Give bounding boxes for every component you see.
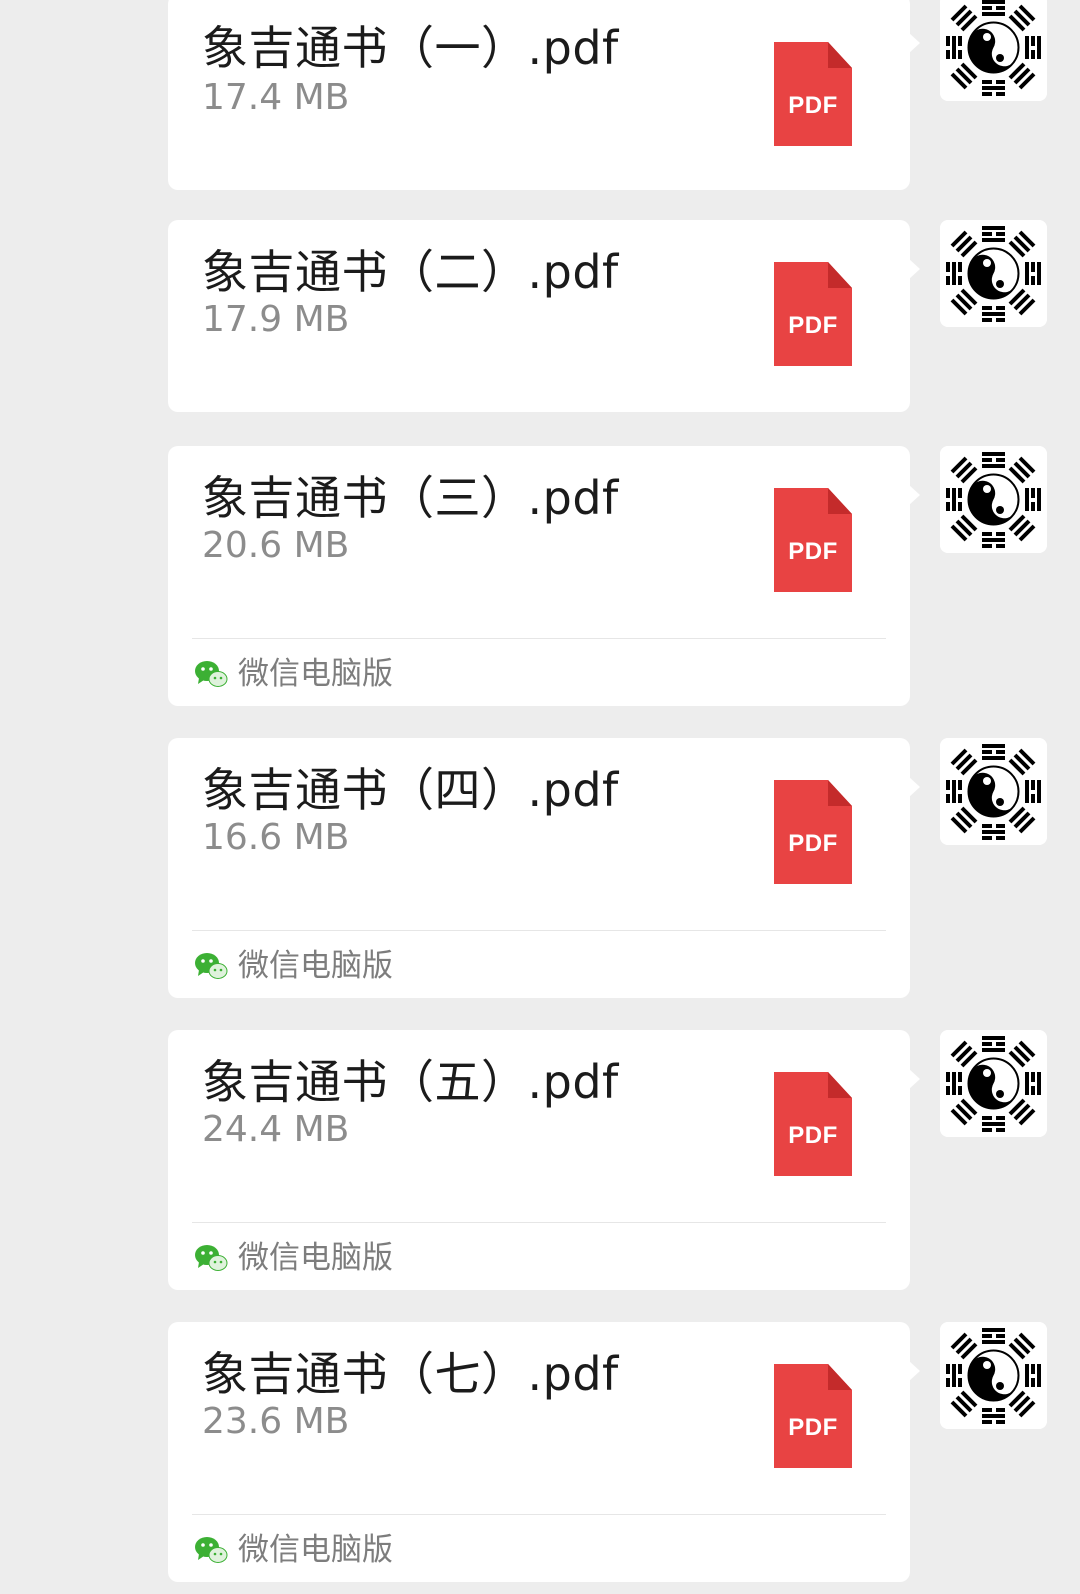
pdf-label: PDF <box>788 1122 838 1149</box>
source-app-label: 微信电脑版 <box>238 948 393 984</box>
pdf-file-icon: PDF <box>774 42 852 146</box>
pdf-label: PDF <box>788 538 838 565</box>
wechat-icon <box>195 953 228 979</box>
divider <box>192 1514 886 1515</box>
bubble-tail <box>908 484 920 506</box>
message-row: 象吉通书（四）.pdf 16.6 MB PDF 微信电脑版 <box>0 738 1080 998</box>
file-size: 24.4 MB <box>202 1109 350 1150</box>
file-message-card[interactable]: 象吉通书（四）.pdf 16.6 MB PDF 微信电脑版 <box>168 738 910 998</box>
file-size: 23.6 MB <box>202 1401 350 1442</box>
divider <box>192 930 886 931</box>
pdf-file-icon: PDF <box>774 488 852 592</box>
file-message-card[interactable]: 象吉通书（七）.pdf 23.6 MB PDF 微信电脑版 <box>168 1322 910 1582</box>
message-row: 象吉通书（七）.pdf 23.6 MB PDF 微信电脑版 <box>0 1322 1080 1582</box>
chat-message-list[interactable]: 象吉通书（一）.pdf 17.4 MB PDF 象吉通书（二）.pdf 17.9… <box>0 0 1080 1594</box>
yin-yang-bagua-avatar-icon[interactable] <box>940 220 1047 327</box>
file-name: 象吉通书（五）.pdf <box>202 1055 619 1109</box>
pdf-label: PDF <box>788 92 838 119</box>
pdf-file-icon: PDF <box>774 780 852 884</box>
source-app: 微信电脑版 <box>194 944 393 988</box>
source-app-label: 微信电脑版 <box>238 1240 393 1276</box>
source-app: 微信电脑版 <box>194 652 393 696</box>
source-app: 微信电脑版 <box>194 1236 393 1280</box>
file-size: 17.4 MB <box>202 77 350 118</box>
file-name: 象吉通书（三）.pdf <box>202 471 619 525</box>
wechat-icon <box>195 661 228 687</box>
file-name: 象吉通书（四）.pdf <box>202 763 619 817</box>
pdf-file-icon: PDF <box>774 1072 852 1176</box>
divider <box>192 1222 886 1223</box>
file-name: 象吉通书（七）.pdf <box>202 1347 619 1401</box>
pdf-label: PDF <box>788 1414 838 1441</box>
yin-yang-bagua-avatar-icon[interactable] <box>940 0 1047 101</box>
file-name: 象吉通书（二）.pdf <box>202 245 619 299</box>
file-message-card[interactable]: 象吉通书（二）.pdf 17.9 MB PDF <box>168 220 910 412</box>
message-row: 象吉通书（一）.pdf 17.4 MB PDF <box>0 0 1080 190</box>
yin-yang-bagua-avatar-icon[interactable] <box>940 1322 1047 1429</box>
message-row: 象吉通书（三）.pdf 20.6 MB PDF 微信电脑版 <box>0 446 1080 706</box>
pdf-file-icon: PDF <box>774 262 852 366</box>
file-size: 20.6 MB <box>202 525 350 566</box>
yin-yang-bagua-avatar-icon[interactable] <box>940 446 1047 553</box>
wechat-icon <box>195 1245 228 1271</box>
divider <box>192 638 886 639</box>
bubble-tail <box>908 1360 920 1382</box>
source-app-label: 微信电脑版 <box>238 1532 393 1568</box>
message-row: 象吉通书（五）.pdf 24.4 MB PDF 微信电脑版 <box>0 1030 1080 1290</box>
bubble-tail <box>908 776 920 798</box>
file-message-card[interactable]: 象吉通书（五）.pdf 24.4 MB PDF 微信电脑版 <box>168 1030 910 1290</box>
file-size: 16.6 MB <box>202 817 350 858</box>
source-app: 微信电脑版 <box>194 1528 393 1572</box>
message-row: 象吉通书（二）.pdf 17.9 MB PDF <box>0 220 1080 416</box>
wechat-icon <box>195 1537 228 1563</box>
yin-yang-bagua-avatar-icon[interactable] <box>940 1030 1047 1137</box>
bubble-tail <box>908 258 920 280</box>
source-app-label: 微信电脑版 <box>238 656 393 692</box>
file-message-card[interactable]: 象吉通书（一）.pdf 17.4 MB PDF <box>168 0 910 190</box>
file-message-card[interactable]: 象吉通书（三）.pdf 20.6 MB PDF 微信电脑版 <box>168 446 910 706</box>
bubble-tail <box>908 1068 920 1090</box>
pdf-label: PDF <box>788 830 838 857</box>
yin-yang-bagua-avatar-icon[interactable] <box>940 738 1047 845</box>
file-name: 象吉通书（一）.pdf <box>202 21 619 75</box>
pdf-file-icon: PDF <box>774 1364 852 1468</box>
file-size: 17.9 MB <box>202 299 350 340</box>
pdf-label: PDF <box>788 312 838 339</box>
bubble-tail <box>908 32 920 54</box>
